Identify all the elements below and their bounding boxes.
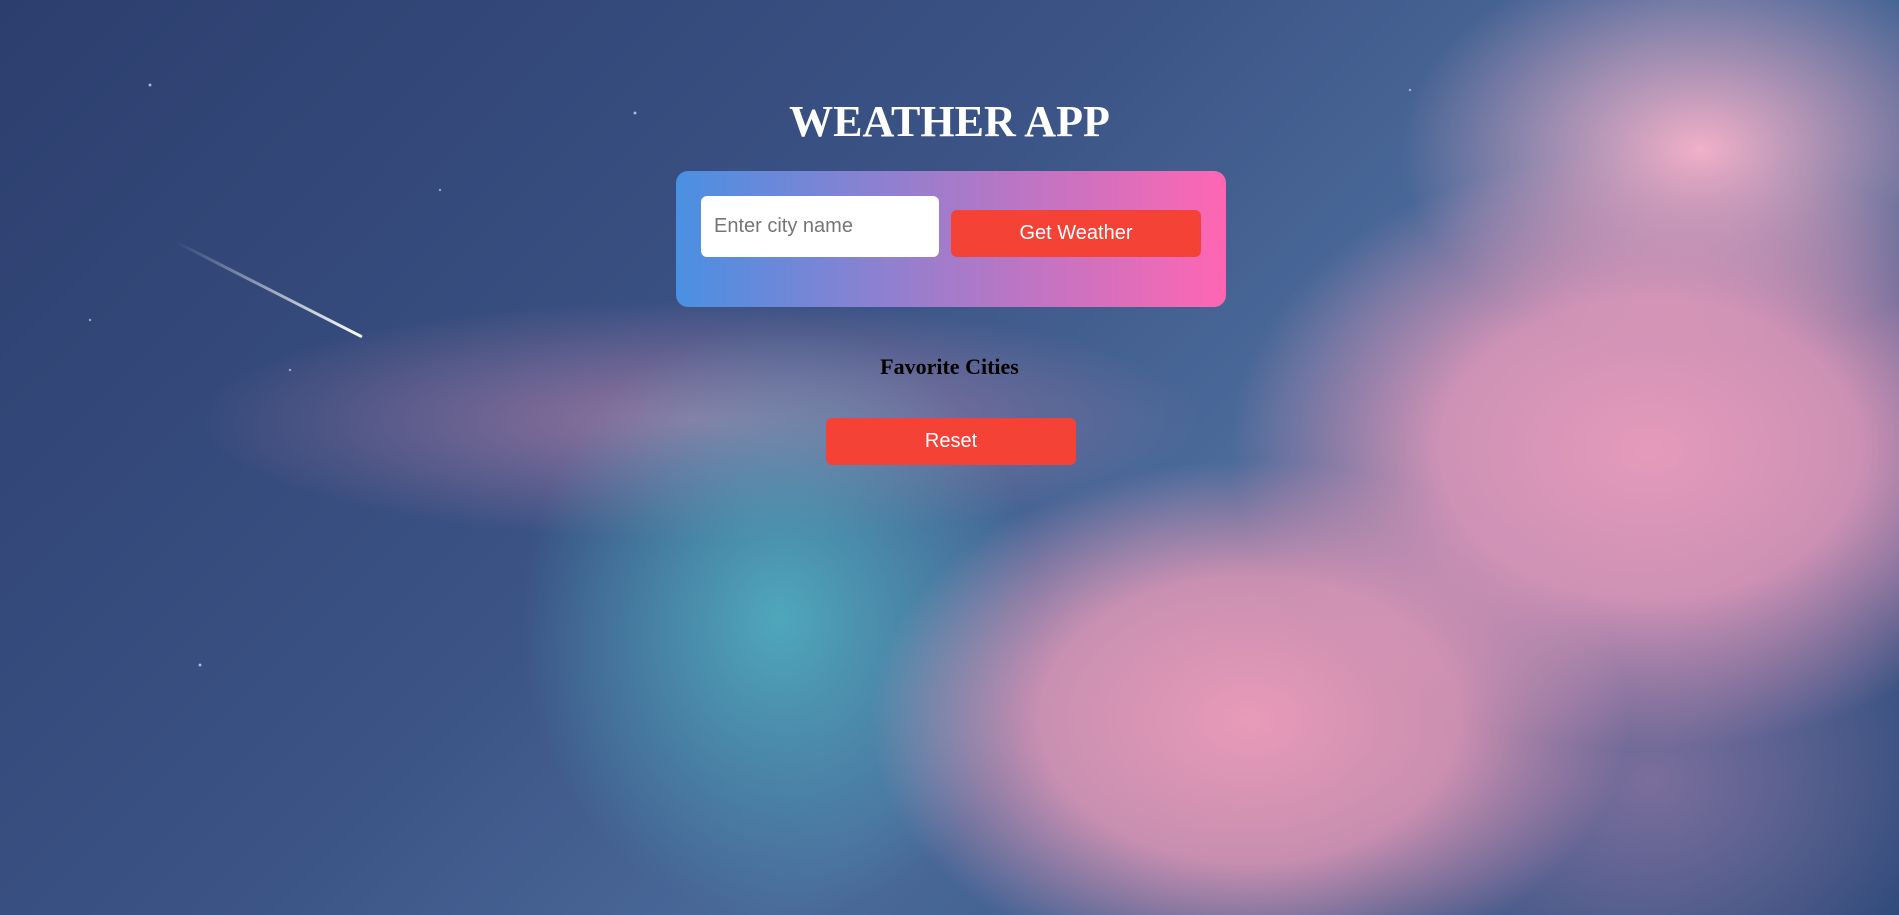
city-input[interactable] [701,196,939,257]
search-card: Get Weather [676,171,1226,307]
get-weather-button[interactable]: Get Weather [951,210,1201,257]
page-title: WEATHER APP [789,97,1110,146]
favorite-cities-heading: Favorite Cities [880,354,1019,379]
reset-button[interactable]: Reset [826,418,1076,465]
